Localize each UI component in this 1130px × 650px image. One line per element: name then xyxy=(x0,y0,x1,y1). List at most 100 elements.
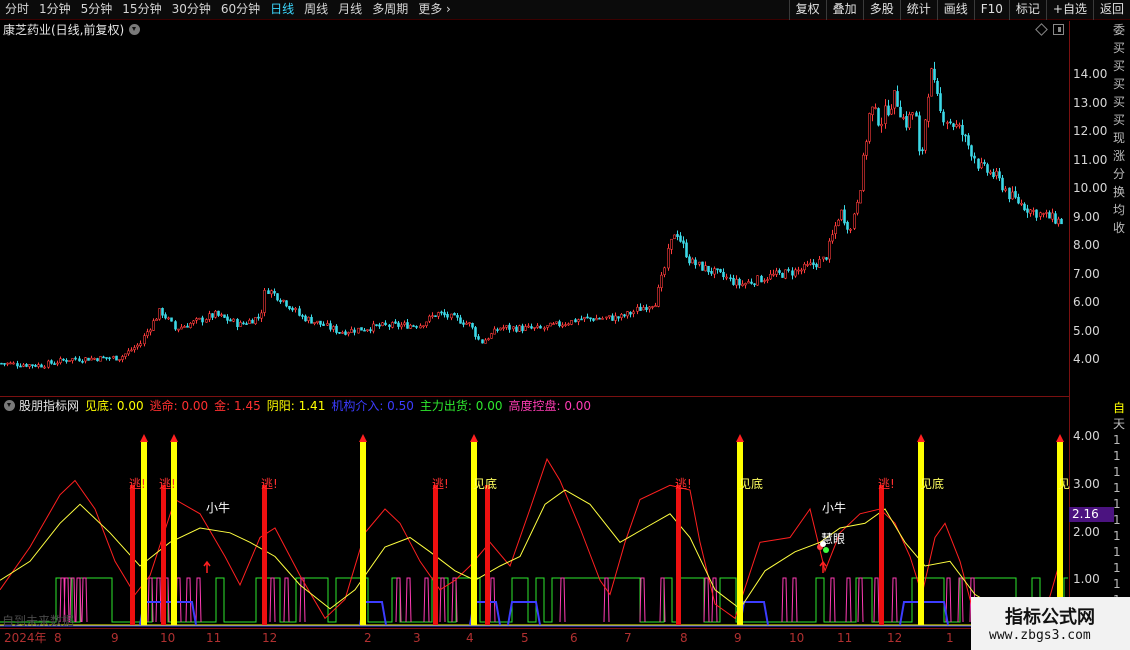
candle-body xyxy=(192,320,195,324)
add-watchlist-button[interactable]: +自选 xyxy=(1045,0,1093,20)
candle-body xyxy=(217,310,220,316)
candle-body xyxy=(251,319,254,324)
control-spike xyxy=(185,577,192,623)
candle-body xyxy=(1035,209,1038,218)
candle-body xyxy=(1051,212,1054,220)
candle-body xyxy=(344,331,347,335)
window-toggle-icon[interactable] xyxy=(1053,24,1064,35)
tab-daily[interactable]: 日线 xyxy=(265,0,299,20)
candle-body xyxy=(797,269,800,272)
tab-1min[interactable]: 1分钟 xyxy=(34,0,76,20)
candle-body xyxy=(208,313,211,320)
control-spike xyxy=(845,577,852,623)
indicator-side-label: 1 xyxy=(1113,529,1121,543)
candle-body xyxy=(586,316,589,319)
candle-body xyxy=(880,124,883,127)
tab-more[interactable]: 更多 › xyxy=(413,0,456,20)
up-arrow-icon xyxy=(203,560,211,573)
candle-body xyxy=(186,325,189,328)
candle-body xyxy=(741,283,744,286)
watermark-url: www.zbgs3.com xyxy=(989,628,1091,643)
f10-button[interactable]: F10 xyxy=(973,0,1009,20)
candle-body xyxy=(642,307,645,311)
quote-label: 收 xyxy=(1113,221,1126,235)
candle-body xyxy=(487,338,490,341)
control-spike xyxy=(269,577,276,623)
candle-body xyxy=(822,256,825,260)
candle-body xyxy=(263,290,266,313)
tab-60min[interactable]: 60分钟 xyxy=(216,0,265,20)
tab-monthly[interactable]: 月线 xyxy=(333,0,367,20)
candle-body xyxy=(481,339,484,344)
price-axis-label: 7.00 xyxy=(1073,267,1100,281)
mark-button[interactable]: 标记 xyxy=(1008,0,1046,20)
price-panel-header: 康芝药业(日线,前复权) xyxy=(0,21,141,37)
candle-body xyxy=(1008,187,1011,200)
candle-body xyxy=(471,322,474,328)
indicator-chart xyxy=(0,434,1068,627)
candle-body xyxy=(462,322,465,325)
candle-body xyxy=(639,306,642,311)
eye-dot xyxy=(823,547,829,553)
indicator-name[interactable]: 股朋指标网 xyxy=(19,397,79,414)
control-spike xyxy=(405,577,412,623)
tab-5min[interactable]: 5分钟 xyxy=(76,0,118,20)
candle-body xyxy=(862,154,865,191)
tab-weekly[interactable]: 周线 xyxy=(299,0,333,20)
candle-body xyxy=(983,162,986,164)
indicator-menu-icon[interactable] xyxy=(4,399,15,411)
candle-body xyxy=(533,327,536,329)
overlay-button[interactable]: 叠加 xyxy=(825,0,863,20)
candle-body xyxy=(96,358,99,362)
candle-body xyxy=(285,300,288,307)
indicator-side-label: 天 xyxy=(1113,417,1126,431)
diamond-icon[interactable] xyxy=(1035,23,1048,36)
multi-stock-button[interactable]: 多股 xyxy=(862,0,900,20)
candle-body xyxy=(521,325,524,332)
dropdown-circle-icon[interactable] xyxy=(129,23,141,35)
quote-label: 委 xyxy=(1113,23,1126,37)
candle-body xyxy=(493,328,496,335)
candle-body xyxy=(381,322,384,326)
date-label: 10 xyxy=(789,631,805,645)
candle-body xyxy=(1048,212,1051,219)
candle-body xyxy=(167,317,170,320)
tab-fenshi[interactable]: 分时 xyxy=(0,0,34,20)
candle-body xyxy=(735,279,738,286)
tab-15min[interactable]: 15分钟 xyxy=(117,0,166,20)
tab-multi-period[interactable]: 多周期 xyxy=(367,0,413,20)
candle-body xyxy=(257,316,260,319)
bottom-signal-bar xyxy=(737,440,743,625)
quote-label: 买 xyxy=(1113,95,1126,109)
tab-30min[interactable]: 30分钟 xyxy=(167,0,216,20)
candle-body xyxy=(555,321,558,324)
candle-body xyxy=(53,363,56,365)
candle-body xyxy=(769,273,772,280)
candle-body xyxy=(667,248,670,269)
escape-bar xyxy=(433,485,438,625)
date-label: 12 xyxy=(262,631,278,645)
control-spike xyxy=(81,577,88,623)
control-spike xyxy=(703,577,710,623)
indicator-side-label: 1 xyxy=(1113,481,1121,495)
candle-body xyxy=(310,316,313,324)
draw-line-button[interactable]: 画线 xyxy=(936,0,974,20)
price-axis-label: 14.00 xyxy=(1073,67,1108,81)
candle-body xyxy=(623,314,626,317)
candle-body xyxy=(952,123,955,127)
candle-body xyxy=(756,275,759,286)
candle-body xyxy=(74,357,77,360)
back-button[interactable]: 返回 xyxy=(1092,0,1130,20)
candle-body xyxy=(536,325,539,328)
candle-body xyxy=(65,359,68,362)
price-axis-label: 9.00 xyxy=(1073,210,1100,224)
indicator-value: 见底: 0.00 xyxy=(85,398,144,413)
candle-body xyxy=(108,357,111,360)
candle-body xyxy=(775,270,778,275)
candle-body xyxy=(388,324,391,327)
candle-body xyxy=(313,322,316,324)
candle-body xyxy=(90,357,93,361)
control-spike xyxy=(829,577,836,623)
statistics-button[interactable]: 统计 xyxy=(899,0,937,20)
adjust-button[interactable]: 复权 xyxy=(788,0,826,20)
